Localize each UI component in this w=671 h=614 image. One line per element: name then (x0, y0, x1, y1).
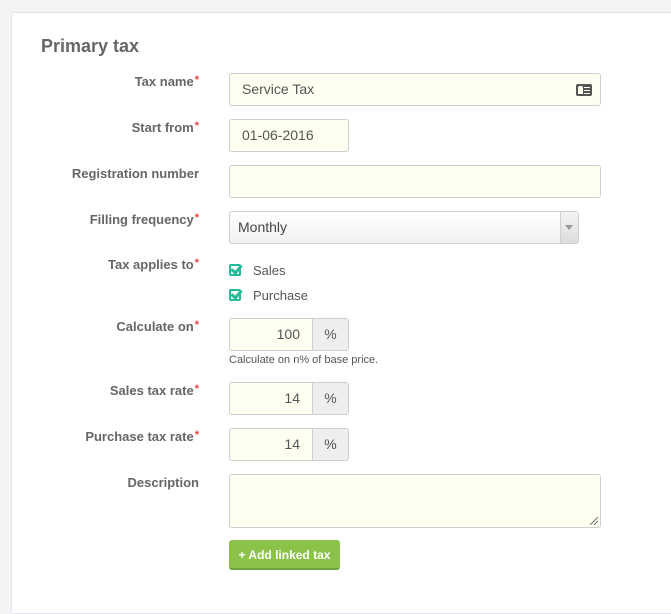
purchase-tax-rate-label: Purchase tax rate* (85, 429, 199, 444)
tax-applies-to-label: Tax applies to* (107, 257, 199, 272)
required-marker: * (194, 429, 199, 441)
registration-number-label: Registration number (71, 166, 199, 181)
required-marker: * (194, 74, 199, 86)
purchase-tax-rate-group: 14 % (229, 428, 349, 461)
sales-tax-rate-group: 14 % (229, 382, 349, 415)
required-marker: * (194, 319, 199, 331)
checkbox-checked-icon[interactable] (229, 264, 241, 276)
registration-number-input[interactable] (229, 165, 601, 198)
filling-frequency-label: Filling frequency* (89, 212, 199, 227)
filling-frequency-select[interactable]: Monthly (229, 211, 579, 244)
calculate-on-help-text: Calculate on n% of base price. (229, 354, 379, 366)
sales-tax-rate-label: Sales tax rate* (109, 383, 199, 398)
percent-addon: % (312, 382, 349, 415)
tax-name-value: Service Tax (242, 81, 315, 97)
purchase-tax-rate-input[interactable]: 14 (229, 428, 313, 461)
tax-name-label: Tax name* (134, 74, 199, 89)
calculate-on-label: Calculate on* (116, 319, 199, 334)
sales-tax-rate-input[interactable]: 14 (229, 382, 313, 415)
checkbox-purchase-label[interactable]: Purchase (253, 287, 308, 305)
filling-frequency-selected: Monthly (238, 219, 288, 235)
percent-addon: % (312, 428, 349, 461)
calculate-on-input[interactable]: 100 (229, 318, 313, 351)
start-from-date-input[interactable]: 01-06-2016 (229, 119, 349, 152)
required-marker: * (194, 257, 199, 269)
calculate-on-group: 100 % (229, 318, 349, 351)
checkbox-checked-icon[interactable] (229, 289, 241, 301)
required-marker: * (194, 212, 199, 224)
tax-name-input[interactable]: Service Tax (229, 73, 601, 106)
description-label: Description (127, 475, 199, 490)
checkbox-sales-label[interactable]: Sales (253, 262, 286, 280)
required-marker: * (194, 383, 199, 395)
description-textarea[interactable] (229, 474, 601, 528)
contact-card-icon[interactable] (576, 84, 592, 96)
required-marker: * (194, 120, 199, 132)
section-title: Primary tax (41, 36, 140, 56)
add-linked-tax-button[interactable]: + Add linked tax (229, 540, 340, 570)
start-from-label: Start from* (131, 120, 199, 135)
dropdown-arrow-icon[interactable] (560, 212, 578, 243)
start-from-value: 01-06-2016 (242, 127, 314, 143)
percent-addon: % (312, 318, 349, 351)
resize-grip-icon[interactable] (590, 517, 598, 525)
